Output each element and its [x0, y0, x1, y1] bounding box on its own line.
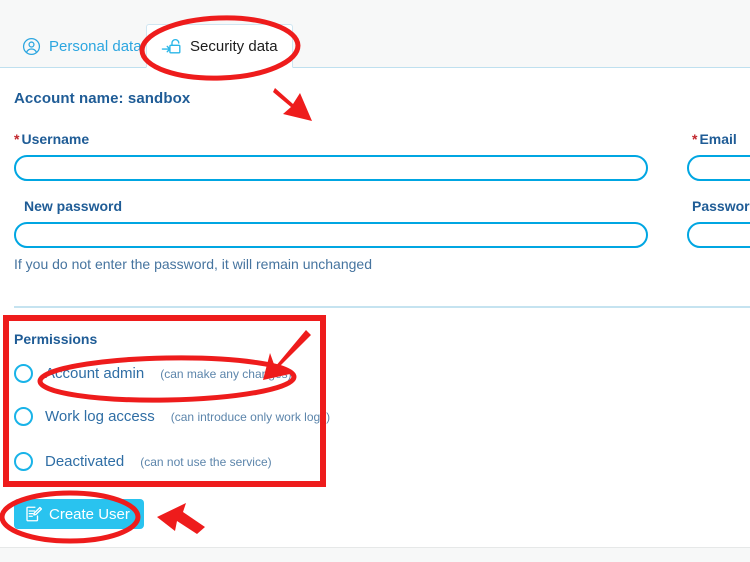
lock-login-icon	[161, 37, 182, 56]
username-label-text: Username	[21, 131, 90, 147]
tab-security-data[interactable]: Security data	[146, 24, 293, 68]
permission-option-account-admin[interactable]: Account admin (can make any changes)	[14, 364, 292, 383]
user-circle-icon	[22, 37, 41, 56]
section-divider	[14, 306, 750, 308]
create-user-button[interactable]: Create User	[14, 499, 144, 529]
username-required-marker: *	[14, 131, 20, 147]
email-input[interactable]	[687, 155, 750, 181]
email-required-marker: *	[692, 131, 698, 147]
create-user-button-label: Create User	[49, 505, 130, 523]
permissions-title: Permissions	[14, 331, 98, 347]
password-repeat-label: Password repeat	[692, 198, 750, 214]
new-password-input[interactable]	[14, 222, 648, 248]
radio-deactivated[interactable]	[14, 452, 33, 471]
permission-label-account-admin: Account admin	[45, 365, 145, 382]
password-repeat-input[interactable]	[687, 222, 750, 248]
password-hint-text: If you do not enter the password, it wil…	[14, 256, 372, 272]
username-input[interactable]	[14, 155, 648, 181]
radio-work-log-access[interactable]	[14, 407, 33, 426]
email-label-text: Email	[699, 131, 737, 147]
tab-personal-data[interactable]: Personal data	[8, 24, 156, 68]
permission-note-deactivated: (can not use the service)	[140, 454, 272, 469]
permission-note-work-log-access: (can introduce only work logs)	[170, 409, 331, 424]
tab-security-data-label: Security data	[190, 37, 278, 55]
permission-label-work-log-access: Work log access	[45, 408, 155, 425]
tab-bar: Personal data Security data	[0, 0, 750, 68]
account-name-text: Account name: sandbox	[14, 90, 191, 107]
radio-account-admin[interactable]	[14, 364, 33, 383]
permission-option-deactivated[interactable]: Deactivated (can not use the service)	[14, 452, 272, 471]
tab-personal-data-label: Personal data	[49, 37, 142, 55]
permission-note-account-admin: (can make any changes)	[160, 366, 292, 381]
new-password-label: New password	[24, 198, 123, 214]
security-data-page: Personal data Security data Account name…	[0, 0, 750, 562]
email-label: * Email	[692, 131, 737, 147]
permission-option-work-log-access[interactable]: Work log access (can introduce only work…	[14, 407, 330, 426]
form-content: Account name: sandbox * Username * Email N…	[0, 68, 750, 547]
username-label: * Username	[14, 131, 89, 147]
document-edit-icon	[24, 505, 42, 523]
permission-label-deactivated: Deactivated	[45, 453, 125, 470]
page-footer	[0, 547, 750, 562]
